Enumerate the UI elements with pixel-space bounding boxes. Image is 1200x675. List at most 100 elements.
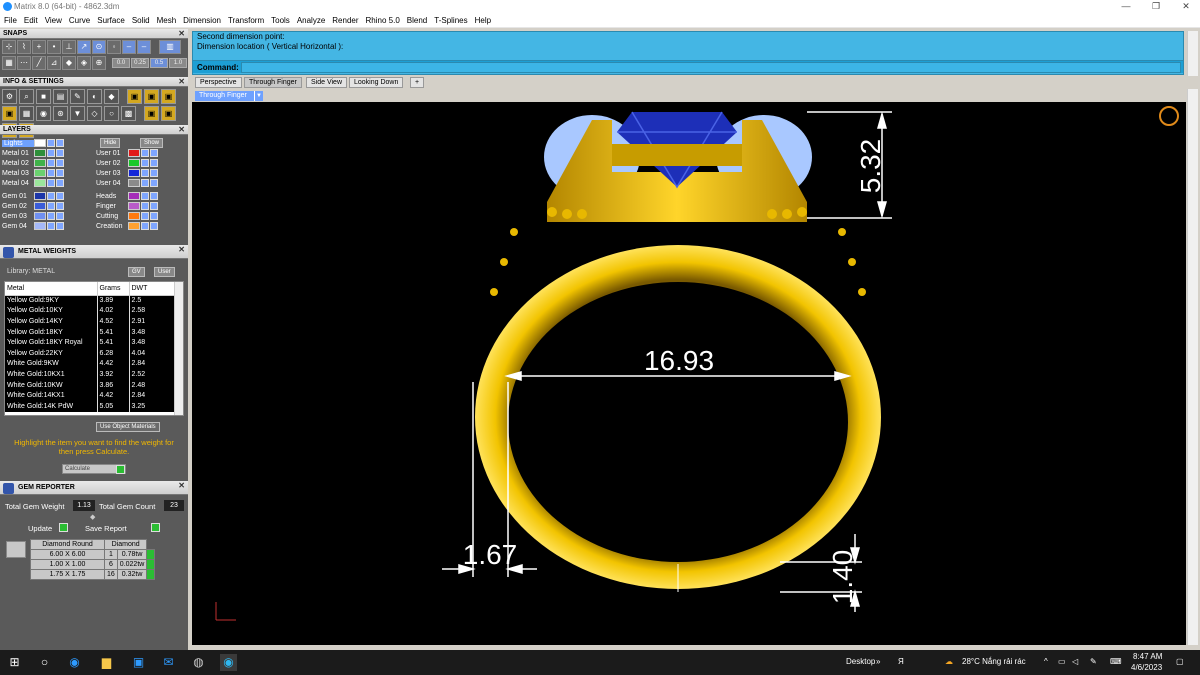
table-row[interactable]: Yellow Gold:9KY 3.89 2.5	[5, 295, 175, 306]
table-row[interactable]: Yellow Gold:14KY 4.52 2.91	[5, 316, 175, 327]
grid-icon[interactable]: ▦	[19, 106, 34, 121]
light-icon[interactable]	[150, 192, 158, 200]
lock-icon[interactable]	[47, 212, 55, 220]
layer-color[interactable]	[128, 202, 140, 210]
network-icon[interactable]: ▭	[1058, 657, 1066, 666]
menu-rhino[interactable]: Rhino 5.0	[366, 16, 400, 25]
close-icon[interactable]: ✕	[178, 29, 185, 38]
info-icon[interactable]: ▣	[144, 89, 159, 104]
light-icon[interactable]	[150, 179, 158, 187]
close-icon[interactable]: ✕	[178, 481, 185, 490]
chevron-down-icon[interactable]: ▼	[254, 91, 263, 101]
table-row[interactable]: Yellow Gold:18KY Royal 5.41 3.48	[5, 337, 175, 348]
column-header[interactable]: DWT	[129, 282, 175, 296]
layer-color[interactable]	[128, 179, 140, 187]
snap-osnap-icon[interactable]: ◆	[62, 56, 76, 70]
snap-mid-icon[interactable]: •	[47, 40, 61, 54]
desktop-label[interactable]: Desktop	[846, 657, 875, 666]
lock-icon[interactable]	[47, 159, 55, 167]
layer-row[interactable]: Heads	[96, 191, 159, 201]
cube-icon[interactable]: ■	[36, 89, 51, 104]
lock-icon[interactable]	[141, 192, 149, 200]
info-icon[interactable]: ▣	[2, 106, 17, 121]
lock-icon[interactable]	[141, 212, 149, 220]
table-row[interactable]: Yellow Gold:10KY 4.02 2.58	[5, 305, 175, 317]
table-row[interactable]: Yellow Gold:22KY 6.28 4.04	[5, 347, 175, 359]
table-row[interactable]: White Gold:10KX1 3.92 2.52	[5, 369, 175, 380]
lock-icon[interactable]	[47, 179, 55, 187]
layer-row[interactable]: Gem 04	[2, 221, 65, 231]
layer-row[interactable]: Gem 01	[2, 191, 65, 201]
light-icon[interactable]	[150, 159, 158, 167]
gv-toggle[interactable]: GV	[128, 267, 145, 277]
column-header[interactable]: Grams	[97, 282, 130, 296]
gem-row[interactable]: 1.00 X 1.00 6 0.022tw	[30, 559, 156, 570]
gem-reporter-header[interactable]: GEM REPORTER ✕	[0, 481, 188, 495]
windows-start-icon[interactable]: ⊞	[6, 654, 23, 671]
snap-value-field[interactable]: 1.0	[169, 58, 187, 68]
snap-disable-icon[interactable]: ◈	[77, 56, 91, 70]
light-icon[interactable]	[150, 149, 158, 157]
light-icon[interactable]	[56, 202, 64, 210]
pen-icon[interactable]: Я	[898, 657, 904, 666]
layer-color[interactable]	[34, 179, 46, 187]
snap-end-icon[interactable]: ⊹	[2, 40, 16, 54]
tab-through-finger[interactable]: Through Finger	[244, 77, 302, 88]
menu-view[interactable]: View	[45, 16, 62, 25]
snap-value-field[interactable]: 0.0	[112, 58, 130, 68]
lock-icon[interactable]	[141, 179, 149, 187]
menu-edit[interactable]: Edit	[24, 16, 38, 25]
layer-color[interactable]	[34, 192, 46, 200]
layer-row[interactable]: User 04	[96, 178, 159, 188]
pen-tray-icon[interactable]: ✎	[1090, 657, 1097, 666]
edit-icon[interactable]: ✎	[70, 89, 85, 104]
clock-time[interactable]: 8:47 AM	[1133, 652, 1162, 661]
layer-color[interactable]	[34, 212, 46, 220]
gem-row[interactable]: 6.00 X 6.00 1 0.78tw	[30, 549, 156, 560]
show-button[interactable]: Show	[140, 138, 164, 148]
store-icon[interactable]: ▣	[130, 654, 147, 671]
lock-icon[interactable]	[141, 169, 149, 177]
app-icon[interactable]: ◍	[190, 654, 207, 671]
snap-tan-icon[interactable]: ◦	[107, 40, 121, 54]
info-icon[interactable]: ▣	[127, 89, 142, 104]
maximize-button[interactable]: ❐	[1144, 0, 1168, 13]
snap-lock-icon[interactable]: ⊕	[92, 56, 106, 70]
save-report-button[interactable]	[151, 523, 160, 532]
snap-plane-icon[interactable]: ⊿	[47, 56, 61, 70]
light-icon[interactable]	[56, 222, 64, 230]
menu-dimension[interactable]: Dimension	[183, 16, 221, 25]
light-icon[interactable]	[150, 222, 158, 230]
mail-icon[interactable]: ✉	[160, 654, 177, 671]
layer-color[interactable]	[34, 159, 46, 167]
layer-row[interactable]: Metal 02	[2, 158, 65, 168]
snap-perp-icon[interactable]: ⊙	[92, 40, 106, 54]
lock-icon[interactable]	[47, 139, 55, 147]
snap-quad-icon[interactable]: –	[122, 40, 136, 54]
command-input[interactable]	[241, 62, 1181, 73]
render-icon[interactable]: ◐	[87, 89, 102, 104]
layer-color[interactable]	[128, 222, 140, 230]
layer-color[interactable]	[34, 149, 46, 157]
layer-color[interactable]	[34, 222, 46, 230]
menu-curve[interactable]: Curve	[69, 16, 90, 25]
layer-row[interactable]: Gem 03	[2, 211, 65, 221]
layer-row[interactable]: Gem 02	[2, 201, 65, 211]
gem-row[interactable]: 1.75 X 1.75 16 0.32tw	[30, 569, 156, 580]
table-row[interactable]: Yellow Gold:18KY 5.41 3.48	[5, 326, 175, 338]
snaps-header[interactable]: SNAPS ✕	[0, 29, 188, 39]
layer-color[interactable]	[128, 169, 140, 177]
lock-icon[interactable]	[47, 169, 55, 177]
close-icon[interactable]: ✕	[178, 125, 185, 134]
snap-knot-icon[interactable]: –	[137, 40, 151, 54]
light-icon[interactable]	[56, 169, 64, 177]
lock-icon[interactable]	[47, 202, 55, 210]
menu-surface[interactable]: Surface	[97, 16, 125, 25]
lock-icon[interactable]	[141, 159, 149, 167]
snap-value-field[interactable]: 0.25	[131, 58, 149, 68]
metal-weights-header[interactable]: METAL WEIGHTS ✕	[0, 245, 188, 259]
light-icon[interactable]	[56, 159, 64, 167]
viewport-label[interactable]: Through Finger	[195, 91, 263, 101]
snap-point-icon[interactable]: +	[32, 40, 46, 54]
layer-row[interactable]: Lights	[2, 138, 65, 148]
